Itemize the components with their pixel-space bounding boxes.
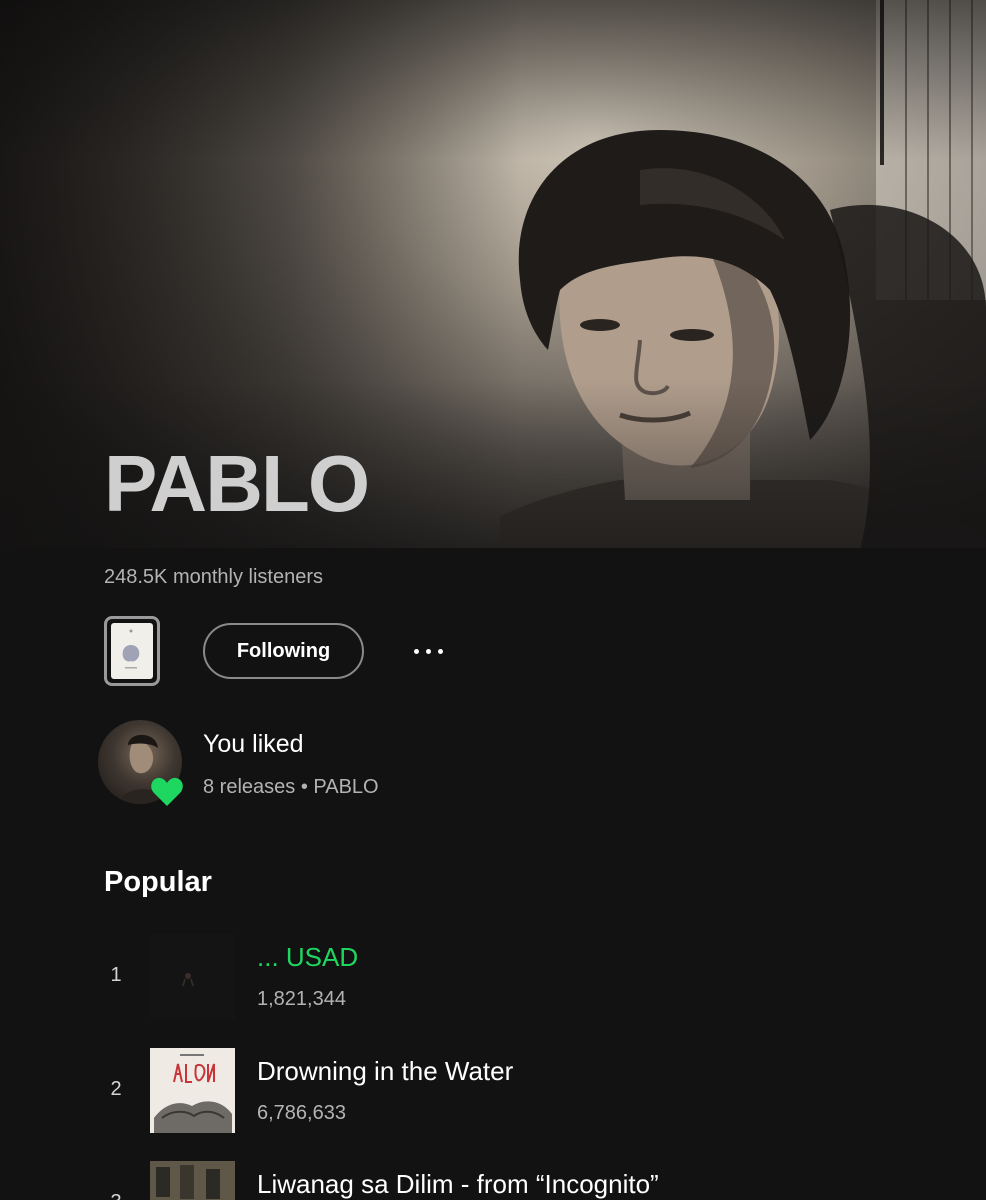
- track-plays: 1,821,344: [257, 988, 346, 1010]
- artist-name: PABLO: [104, 439, 370, 528]
- track-rank: 1: [110, 964, 122, 986]
- heart-icon: [151, 777, 183, 806]
- track-title: ... USAD: [257, 942, 359, 972]
- track-cover: [150, 934, 235, 1019]
- liked-subtitle: 8 releases • PABLO: [203, 776, 379, 798]
- monthly-listeners: 248.5K monthly listeners: [104, 566, 324, 588]
- track-row[interactable]: 3 Liwanag sa Dilim - from “Incognito”: [104, 1161, 964, 1200]
- artist-header-image: PABLO: [0, 0, 986, 548]
- following-button[interactable]: Following: [203, 623, 364, 679]
- more-options-icon[interactable]: [404, 634, 452, 668]
- album-art-icon: [122, 629, 140, 669]
- liked-songs-row[interactable]: You liked 8 releases • PABLO: [98, 720, 598, 810]
- track-cover: [150, 1161, 235, 1200]
- track-row[interactable]: 2 Drowning in the Water 6,786,633: [104, 1048, 964, 1134]
- track-row[interactable]: 1 ... USAD 1,821,344: [104, 934, 964, 1020]
- track-rank: 2: [110, 1078, 122, 1100]
- track-title: Liwanag sa Dilim - from “Incognito”: [257, 1169, 659, 1199]
- track-cover: [150, 1048, 235, 1133]
- track-rank: 3: [104, 1191, 128, 1200]
- artist-pick-thumbnail[interactable]: [104, 616, 160, 686]
- popular-heading: Popular: [104, 866, 212, 898]
- track-title: Drowning in the Water: [257, 1056, 514, 1086]
- track-plays: 6,786,633: [257, 1102, 346, 1124]
- liked-title: You liked: [203, 730, 304, 758]
- artist-actions: Following: [104, 616, 904, 688]
